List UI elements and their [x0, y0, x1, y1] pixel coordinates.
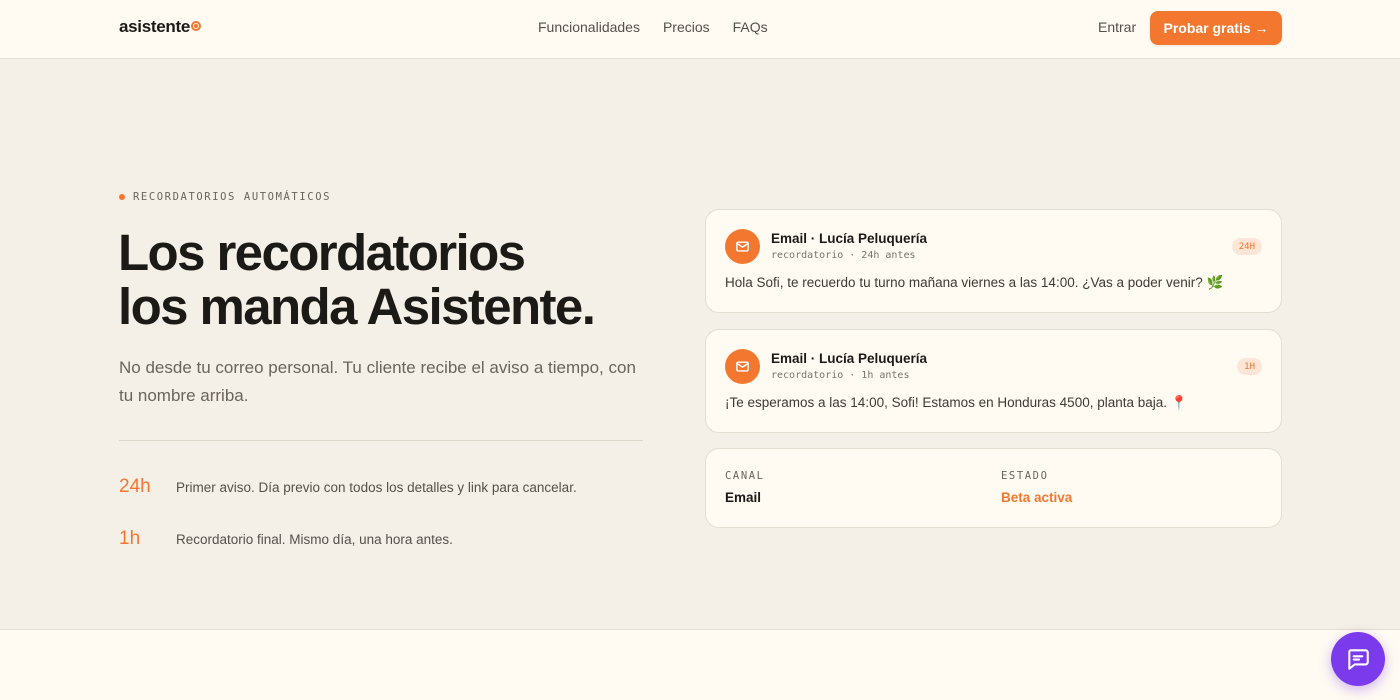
- message-body: ¡Te esperamos a las 14:00, Sofi! Estamos…: [725, 395, 1188, 410]
- channel-label: CANAL: [725, 470, 765, 482]
- step-24h: 24h Primer aviso. Día previo con todos l…: [119, 476, 577, 498]
- next-section: [0, 629, 1400, 700]
- try-free-button[interactable]: Probar gratis →: [1150, 11, 1282, 45]
- logo-text: asistente: [119, 17, 191, 36]
- channel-status-card: CANAL Email ESTADO Beta activa: [705, 448, 1282, 528]
- message-body: Hola Sofi, te recuerdo tu turno mañana v…: [725, 275, 1224, 290]
- section-eyebrow: RECORDATORIOS AUTOMÁTICOS: [119, 191, 331, 203]
- hero-subtitle: No desde tu correo personal. Tu cliente …: [119, 358, 636, 405]
- chat-bubble-icon: [1348, 649, 1369, 670]
- timing-badge: 1H: [1237, 358, 1262, 375]
- step-time: 24h: [119, 476, 151, 497]
- status-label: ESTADO: [1001, 470, 1049, 482]
- hero-headline: Los recordatorios los manda Asistente.: [118, 226, 678, 334]
- divider: [119, 440, 643, 441]
- message-title: Email · Lucía Peluquería: [771, 351, 928, 366]
- status-value: Beta activa: [1001, 490, 1073, 505]
- headline-line-1: Los recordatorios: [118, 224, 526, 281]
- nav-link-faqs[interactable]: FAQs: [733, 19, 768, 35]
- site-header: asistente Funcionalidades Precios FAQs E…: [0, 0, 1400, 59]
- main-nav: Funcionalidades Precios FAQs: [538, 19, 768, 35]
- headline-line-2: los manda Asistente.: [118, 278, 596, 335]
- channel-value: Email: [725, 490, 762, 505]
- message-meta: recordatorio · 1h antes: [771, 370, 910, 381]
- eyebrow-text: RECORDATORIOS AUTOMÁTICOS: [133, 191, 332, 203]
- mail-icon: [725, 349, 760, 384]
- eyebrow-dot-icon: [119, 194, 125, 200]
- login-link[interactable]: Entrar: [1098, 19, 1136, 35]
- logo-dot-icon: [191, 21, 202, 31]
- logo[interactable]: asistente: [119, 17, 202, 37]
- message-card-24h: Email · Lucía Peluquería recordatorio · …: [705, 209, 1282, 313]
- message-card-1h: Email · Lucía Peluquería recordatorio · …: [705, 329, 1282, 433]
- message-meta: recordatorio · 24h antes: [771, 250, 916, 261]
- chat-widget-button[interactable]: [1331, 632, 1385, 686]
- timing-badge: 24H: [1231, 238, 1262, 255]
- message-title: Email · Lucía Peluquería: [771, 231, 928, 246]
- mail-icon: [725, 229, 760, 264]
- step-1h: 1h Recordatorio final. Mismo día, una ho…: [119, 528, 453, 550]
- step-time: 1h: [119, 528, 141, 549]
- nav-link-precios[interactable]: Precios: [663, 19, 710, 35]
- step-text: Recordatorio final. Mismo día, una hora …: [176, 532, 453, 547]
- step-text: Primer aviso. Día previo con todos los d…: [176, 480, 577, 495]
- nav-link-funcionalidades[interactable]: Funcionalidades: [538, 19, 640, 35]
